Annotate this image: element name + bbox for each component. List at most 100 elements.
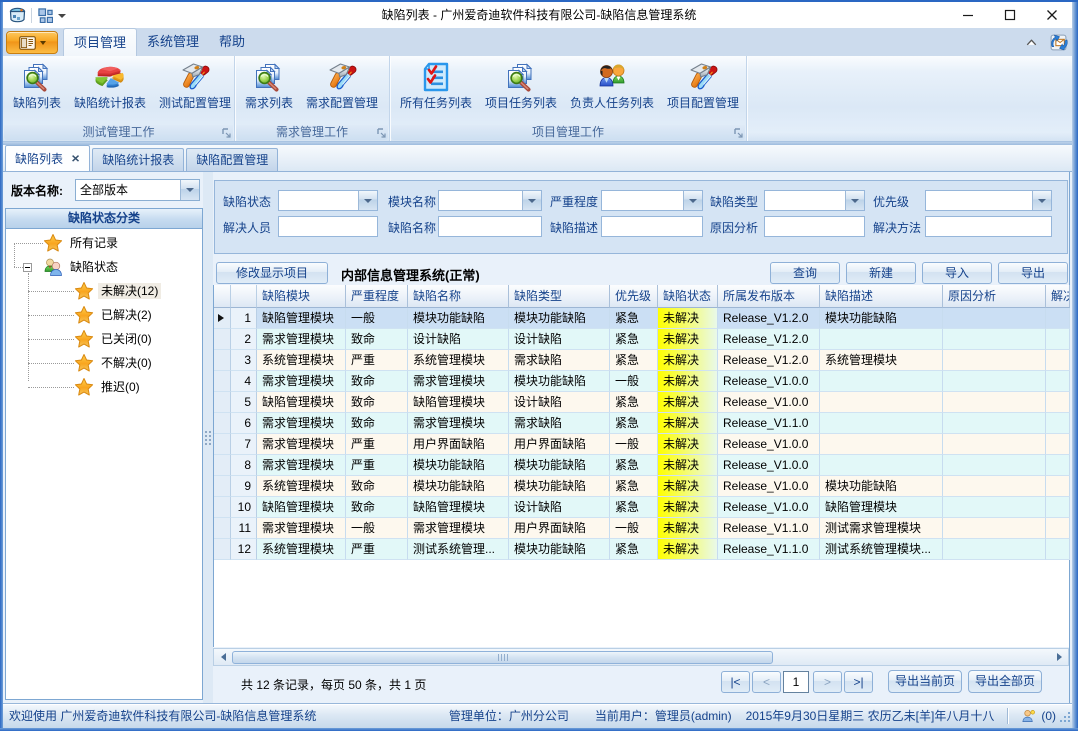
filter-select[interactable] [601,190,703,211]
column-header[interactable]: 缺陷模块 [257,285,346,308]
tree-item[interactable]: 推迟(0) [6,375,202,399]
column-header[interactable]: 缺陷状态 [658,285,718,308]
tree-collapse-toggle[interactable] [23,263,32,272]
resize-grip-icon[interactable] [1059,711,1071,723]
maximize-button[interactable] [992,2,1028,28]
first-page-button[interactable]: |< [721,671,750,693]
export-all-pages-button[interactable]: 导出全部页 [968,670,1042,693]
table-row[interactable]: 1缺陷管理模块一般模块功能缺陷模块功能缺陷紧急未解决Release_V1.2.0… [214,308,1069,329]
column-header[interactable]: 严重程度 [346,285,408,308]
filter-dropdown-button[interactable] [522,191,541,210]
application-menu-button[interactable] [6,31,58,54]
sidebar-splitter[interactable] [203,172,213,703]
previous-page-button[interactable]: < [752,671,781,693]
table-row[interactable]: 10缺陷管理模块致命缺陷管理模块设计缺陷紧急未解决Release_V1.0.0缺… [214,497,1069,518]
next-page-button[interactable]: > [813,671,842,693]
ribbon-tab-2[interactable]: 系统管理 [137,28,209,56]
document-tab-1[interactable]: 缺陷列表✕ [5,145,90,171]
tree-item[interactable]: 已关闭(0) [6,327,202,351]
filter-select[interactable] [764,190,865,211]
column-header[interactable]: 原因分析 [943,285,1046,308]
filter-input[interactable] [601,216,703,237]
row-number-cell: 9 [231,476,257,497]
ribbon-button-label: 缺陷列表 [13,96,61,110]
tab-close-icon[interactable]: ✕ [71,154,80,163]
ribbon-button[interactable]: 所有任务列表 [395,58,477,124]
tree-item[interactable]: 不解决(0) [6,351,202,375]
ribbon-button[interactable]: 需求列表 [240,58,298,124]
ribbon-button[interactable]: 负责人任务列表 [565,58,659,124]
filter-select[interactable] [278,190,378,211]
column-header[interactable]: 缺陷类型 [509,285,610,308]
filter-select[interactable] [438,190,542,211]
filter-input[interactable] [278,216,378,237]
table-row[interactable]: 5缺陷管理模块致命缺陷管理模块设计缺陷紧急未解决Release_V1.0.0 [214,392,1069,413]
table-row[interactable]: 4需求管理模块致命需求管理模块模块功能缺陷一般未解决Release_V1.0.0 [214,371,1069,392]
last-page-button[interactable]: >| [844,671,873,693]
new-button[interactable]: 新建 [846,262,916,284]
dialog-launcher-icon[interactable] [221,128,232,139]
document-tab-2[interactable]: 缺陷统计报表 [92,148,184,171]
scrollbar-thumb[interactable] [232,651,773,664]
filter-label: 解决方法 [873,220,921,236]
page-number-input[interactable]: 1 [783,671,809,693]
table-row[interactable]: 9系统管理模块致命模块功能缺陷模块功能缺陷紧急未解决Release_V1.0.0… [214,476,1069,497]
scroll-right-arrow[interactable] [1051,649,1067,665]
dialog-launcher-icon[interactable] [376,128,387,139]
table-cell [943,413,1046,434]
filter-input[interactable] [438,216,542,237]
ribbon-tab-1[interactable]: 项目管理 [63,28,137,56]
filter-dropdown-button[interactable] [358,191,377,210]
column-header[interactable]: 缺陷名称 [408,285,509,308]
about-system-icon[interactable] [1049,33,1068,52]
ribbon-button[interactable]: 需求配置管理 [301,58,383,124]
ribbon-button[interactable]: 缺陷统计报表 [69,58,151,124]
column-header[interactable]: 所属发布版本 [718,285,820,308]
table-row[interactable]: 3系统管理模块严重系统管理模块需求缺陷紧急未解决Release_V1.2.0系统… [214,350,1069,371]
application-menu-icon [19,36,36,50]
modify-display-items-button[interactable]: 修改显示项目 [216,262,328,284]
tree-connector [14,267,23,268]
filter-dropdown-button[interactable] [1032,191,1051,210]
filter-dropdown-button[interactable] [845,191,864,210]
export-current-page-button[interactable]: 导出当前页 [888,670,962,693]
ribbon-button[interactable]: 缺陷列表 [8,58,66,124]
column-header[interactable]: 缺陷描述 [820,285,943,308]
column-header[interactable]: 解决方法 [1046,285,1070,308]
filter-input[interactable] [925,216,1052,237]
tree-item[interactable]: 未解决(12) [6,279,202,303]
ribbon-button[interactable]: 测试配置管理 [154,58,236,124]
version-name-label: 版本名称: [11,182,63,199]
filter-input[interactable] [764,216,865,237]
close-button[interactable] [1034,2,1070,28]
messages-person-icon[interactable] [1021,709,1036,724]
horizontal-scrollbar[interactable] [213,648,1069,666]
table-row[interactable]: 2需求管理模块致命设计缺陷设计缺陷紧急未解决Release_V1.2.0 [214,329,1069,350]
table-row[interactable]: 11需求管理模块一般需求管理模块用户界面缺陷一般未解决Release_V1.1.… [214,518,1069,539]
tree-item[interactable]: 缺陷状态 [6,255,202,279]
dialog-launcher-icon[interactable] [733,128,744,139]
ribbon-tab-3[interactable]: 帮助 [209,28,255,56]
tree-item[interactable]: 已解决(2) [6,303,202,327]
export-button[interactable]: 导出 [998,262,1068,284]
document-tab-3[interactable]: 缺陷配置管理 [186,148,278,171]
table-row[interactable]: 6需求管理模块致命需求管理模块需求缺陷紧急未解决Release_V1.1.0 [214,413,1069,434]
import-button[interactable]: 导入 [922,262,992,284]
tree-item[interactable]: 所有记录 [6,231,202,255]
version-select-dropdown-button[interactable] [180,180,199,200]
search-button[interactable]: 查询 [770,262,840,284]
minimize-button[interactable] [950,2,986,28]
filter-select[interactable] [925,190,1052,211]
application-window: 缺陷列表 - 广州爱奇迪软件科技有限公司-缺陷信息管理系统 项目管理系统管理帮助… [0,0,1078,731]
ribbon-button[interactable]: 项目配置管理 [662,58,744,124]
scroll-left-arrow[interactable] [215,649,231,665]
collapse-ribbon-icon[interactable] [1024,35,1039,50]
filter-label: 原因分析 [710,220,758,236]
version-select[interactable]: 全部版本 [75,179,200,201]
filter-dropdown-button[interactable] [683,191,702,210]
table-row[interactable]: 7需求管理模块严重用户界面缺陷用户界面缺陷一般未解决Release_V1.0.0 [214,434,1069,455]
table-row[interactable]: 12系统管理模块严重测试系统管理...模块功能缺陷紧急未解决Release_V1… [214,539,1069,560]
table-row[interactable]: 8需求管理模块严重模块功能缺陷模块功能缺陷紧急未解决Release_V1.0.0 [214,455,1069,476]
ribbon-button[interactable]: 项目任务列表 [480,58,562,124]
column-header[interactable]: 优先级 [610,285,658,308]
